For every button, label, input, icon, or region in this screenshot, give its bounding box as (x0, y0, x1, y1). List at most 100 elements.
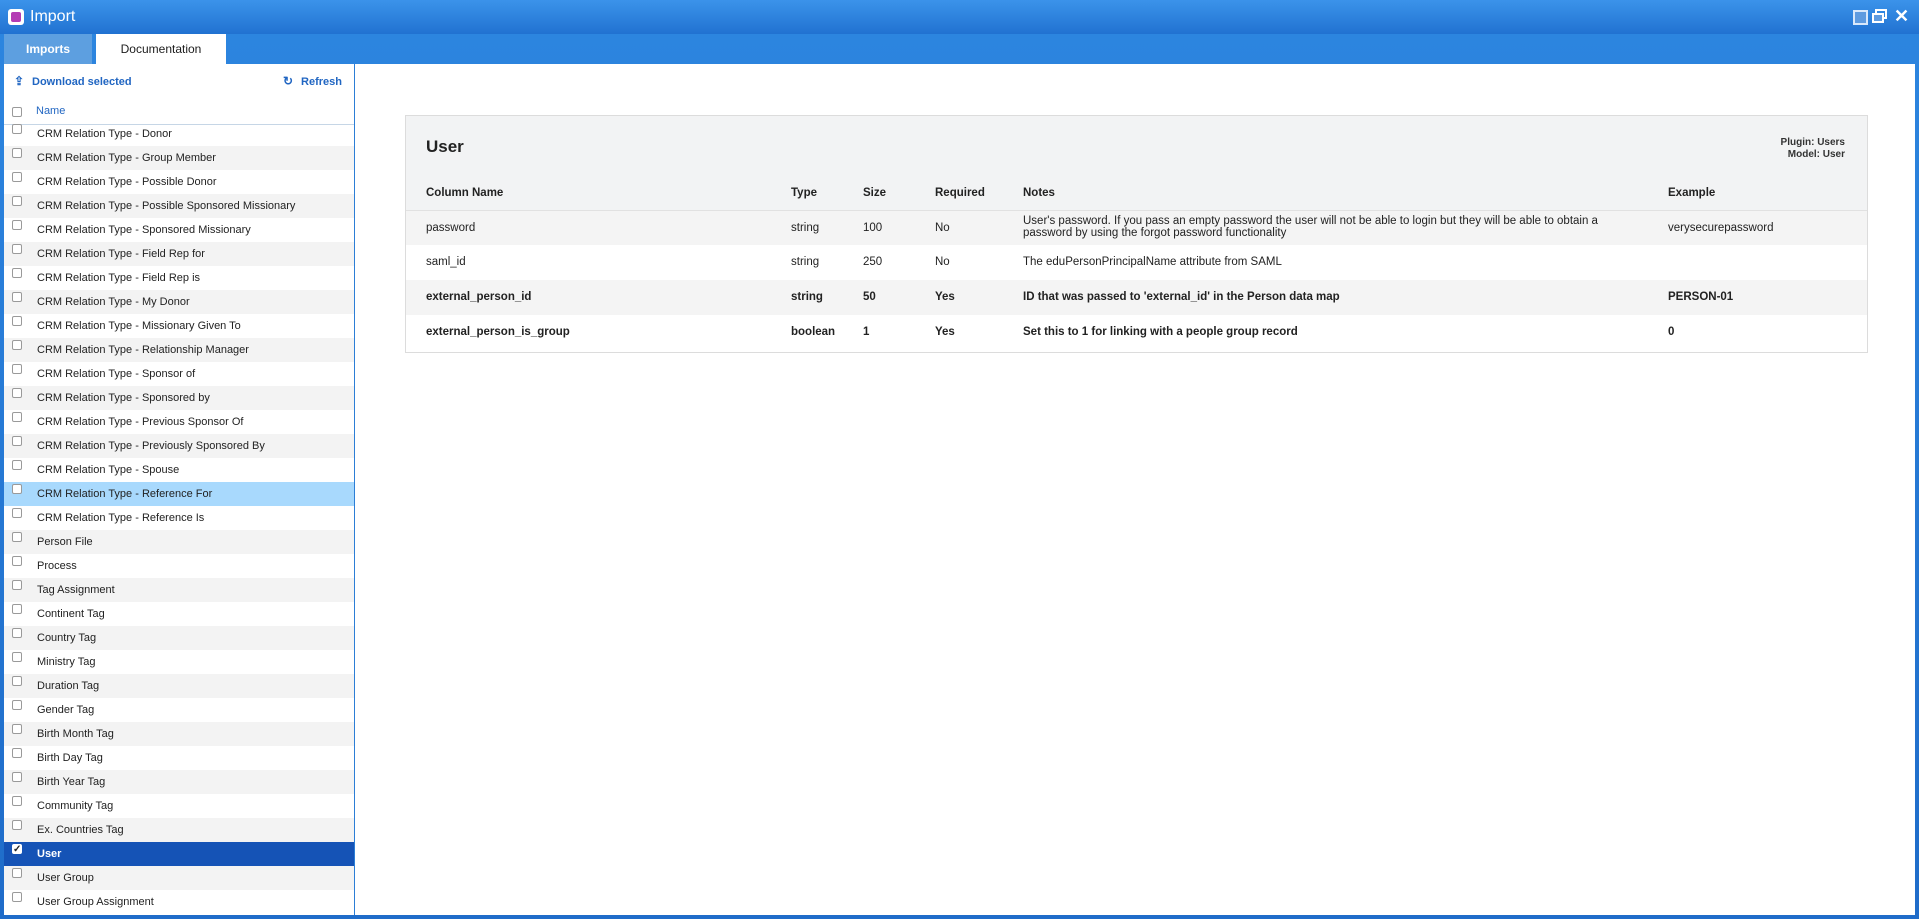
list-item[interactable]: Process (4, 554, 354, 578)
row-checkbox[interactable] (12, 268, 22, 278)
row-checkbox[interactable] (12, 700, 22, 710)
row-checkbox[interactable] (12, 892, 22, 902)
list-item[interactable]: CRM Relation Type - Missionary Given To (4, 314, 354, 338)
restore-icon[interactable] (1872, 9, 1887, 24)
list-item-label: CRM Relation Type - Possible Sponsored M… (37, 200, 296, 212)
list-item[interactable]: CRM Relation Type - Sponsor of (4, 362, 354, 386)
download-selected-button[interactable]: ⇪ Download selected (14, 74, 132, 88)
size-cell: 1 (863, 326, 870, 338)
close-icon[interactable]: ✕ (1894, 7, 1909, 25)
type-header: Type (791, 187, 817, 199)
row-checkbox[interactable] (12, 316, 22, 326)
list-item[interactable]: Birth Day Tag (4, 746, 354, 770)
list-item[interactable]: Tag Assignment (4, 578, 354, 602)
doc-title: User (426, 137, 464, 156)
row-checkbox[interactable] (12, 196, 22, 206)
list-item[interactable]: CRM Relation Type - Sponsored by (4, 386, 354, 410)
list-item[interactable]: CRM Relation Type - Field Rep for (4, 242, 354, 266)
row-checkbox[interactable] (12, 532, 22, 542)
list-item[interactable]: CRM Relation Type - Donor (4, 124, 354, 146)
row-checkbox[interactable] (12, 244, 22, 254)
title-bar[interactable]: Import ✕ (0, 0, 1919, 34)
list-item[interactable]: Ex. Countries Tag (4, 818, 354, 842)
list-item[interactable]: CRM Relation Type - Possible Donor (4, 170, 354, 194)
import-list[interactable]: CRM Relation Type - Donor CRM Relation Ty… (4, 124, 354, 914)
list-item-label: CRM Relation Type - Previous Sponsor Of (37, 416, 244, 428)
select-all-checkbox[interactable] (12, 107, 22, 117)
row-checkbox[interactable] (12, 364, 22, 374)
name-column-header[interactable]: Name (36, 105, 65, 117)
row-checkbox[interactable] (12, 220, 22, 230)
column-name-cell: external_person_is_group (426, 326, 570, 338)
required-cell: Yes (935, 326, 955, 338)
row-checkbox[interactable] (12, 124, 22, 134)
size-cell: 250 (863, 256, 883, 268)
list-item[interactable]: CRM Relation Type - Previously Sponsored… (4, 434, 354, 458)
row-checkbox[interactable] (12, 628, 22, 638)
list-item[interactable]: CRM Relation Type - Reference Is (4, 506, 354, 530)
row-checkbox[interactable] (12, 388, 22, 398)
list-item[interactable]: CRM Relation Type - My Donor (4, 290, 354, 314)
list-item-label: Gender Tag (37, 704, 95, 716)
row-checkbox[interactable] (12, 676, 22, 686)
tab-imports[interactable]: Imports (4, 34, 92, 64)
app-icon (8, 9, 24, 25)
list-item[interactable]: CRM Relation Type - Field Rep is (4, 266, 354, 290)
row-checkbox[interactable] (12, 604, 22, 614)
list-item[interactable]: CRM Relation Type - Previous Sponsor Of (4, 410, 354, 434)
row-checkbox[interactable] (12, 772, 22, 782)
list-item-label: CRM Relation Type - Group Member (37, 152, 216, 164)
row-checkbox[interactable] (12, 556, 22, 566)
list-item[interactable]: User Group (4, 866, 354, 890)
list-item[interactable]: Duration Tag (4, 674, 354, 698)
list-item[interactable]: Person File (4, 530, 354, 554)
minimize-icon[interactable] (1853, 10, 1868, 25)
tab-documentation[interactable]: Documentation (96, 34, 226, 64)
row-checkbox[interactable] (12, 724, 22, 734)
row-checkbox[interactable] (12, 820, 22, 830)
list-item[interactable]: CRM Relation Type - Sponsored Missionary (4, 218, 354, 242)
row-checkbox[interactable] (12, 340, 22, 350)
list-item-label: User Group (37, 872, 94, 884)
doc-card-header: User Plugin: Users Model: User (406, 116, 1867, 177)
row-checkbox[interactable] (12, 292, 22, 302)
list-item[interactable]: CRM Relation Type - Relationship Manager (4, 338, 354, 362)
row-checkbox[interactable] (12, 580, 22, 590)
row-checkbox[interactable] (12, 652, 22, 662)
row-checkbox[interactable] (12, 868, 22, 878)
list-item[interactable]: User Group Assignment (4, 890, 354, 914)
list-item-label: CRM Relation Type - Reference Is (37, 512, 205, 524)
list-item[interactable]: CRM Relation Type - Group Member (4, 146, 354, 170)
list-item-label: Tag Assignment (37, 584, 115, 596)
row-checkbox[interactable] (12, 460, 22, 470)
list-item[interactable]: Birth Month Tag (4, 722, 354, 746)
table-row: saml_id string 250 No The eduPersonPrinc… (406, 245, 1867, 280)
list-item[interactable]: CRM Relation Type - Possible Sponsored M… (4, 194, 354, 218)
import-list-panel: ⇪ Download selected ↻ Refresh Name CRM Rel… (4, 64, 355, 915)
row-checkbox[interactable] (12, 796, 22, 806)
row-checkbox[interactable] (12, 484, 22, 494)
list-item[interactable]: User (4, 838, 354, 866)
example-cell: PERSON-01 (1668, 291, 1734, 303)
row-checkbox[interactable] (12, 148, 22, 158)
row-checkbox[interactable] (12, 412, 22, 422)
row-checkbox[interactable] (12, 436, 22, 446)
list-item[interactable]: Birth Year Tag (4, 770, 354, 794)
download-selected-label: Download selected (32, 76, 132, 88)
model-label: Model: User (1787, 149, 1845, 160)
row-checkbox[interactable] (12, 838, 22, 862)
row-checkbox[interactable] (12, 508, 22, 518)
required-cell: No (935, 222, 950, 234)
list-item[interactable]: Ministry Tag (4, 650, 354, 674)
list-item[interactable]: Community Tag (4, 794, 354, 818)
list-item[interactable]: Country Tag (4, 626, 354, 650)
refresh-button[interactable]: ↻ Refresh (283, 74, 342, 88)
row-checkbox[interactable] (12, 748, 22, 758)
row-checkbox[interactable] (12, 172, 22, 182)
list-item-label: Person File (37, 536, 93, 548)
doc-card: User Plugin: Users Model: User Column Na… (405, 115, 1868, 353)
list-item[interactable]: CRM Relation Type - Reference For (4, 482, 354, 506)
list-item[interactable]: CRM Relation Type - Spouse (4, 458, 354, 482)
list-item[interactable]: Continent Tag (4, 602, 354, 626)
list-item[interactable]: Gender Tag (4, 698, 354, 722)
